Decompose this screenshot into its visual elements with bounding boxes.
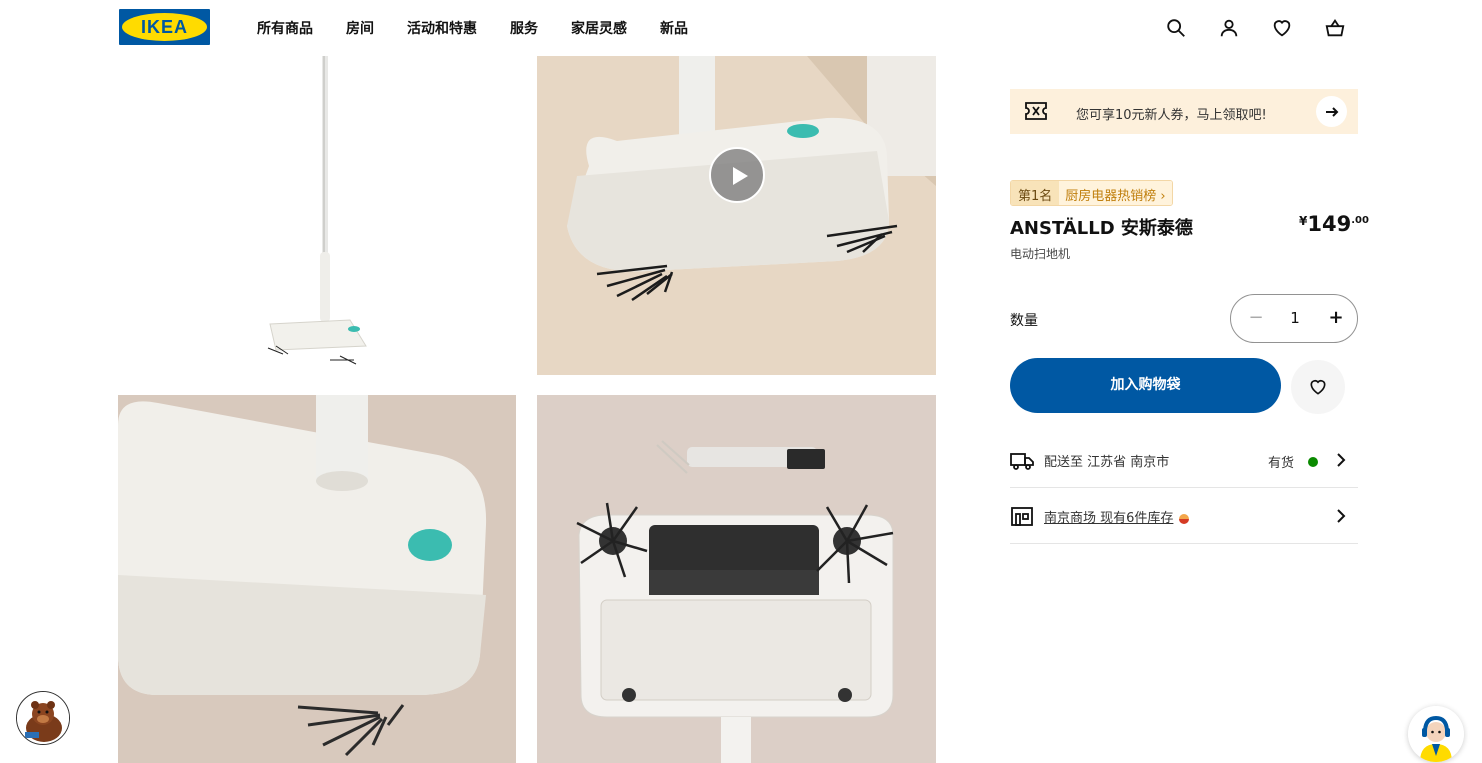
add-to-bag-button[interactable]: 加入购物袋 (1010, 358, 1281, 413)
logo-text: IKEA (140, 17, 188, 37)
nav-inspiration[interactable]: 家居灵感 (571, 18, 627, 38)
product-image-full[interactable] (118, 56, 516, 375)
low-stock-dot (1179, 513, 1190, 524)
new-user-coupon-banner[interactable]: 您可享10元新人券，马上领取吧! (1010, 89, 1358, 134)
nav-offers[interactable]: 活动和特惠 (407, 18, 477, 38)
quantity-value[interactable]: 1 (1283, 309, 1307, 327)
delivery-row[interactable]: 配送至 江苏省 南京市 有货 (1010, 432, 1358, 488)
user-icon[interactable] (1216, 16, 1242, 40)
in-stock-dot (1308, 456, 1318, 467)
price-currency: ¥ (1299, 214, 1308, 228)
store-stock-text: 南京商场 现有6件库存 (1044, 507, 1190, 526)
price-integer: 149 (1307, 212, 1352, 236)
ikea-logo[interactable]: IKEA (119, 9, 210, 45)
stock-status: 有货 (1268, 452, 1318, 471)
stock-status-text: 有货 (1267, 456, 1294, 471)
site-header: IKEA 所有商品 房间 活动和特惠 服务 家居灵感 新品 (0, 0, 1482, 56)
product-price: ¥ 149 .00 (1299, 212, 1369, 236)
header-icons (1163, 16, 1375, 40)
heart-icon (1310, 379, 1326, 395)
bestseller-rank-badge[interactable]: 第1名 厨房电器热销榜 › (1010, 180, 1173, 206)
chevron-right-icon (1337, 453, 1346, 467)
product-video-thumbnail[interactable] (537, 56, 936, 375)
nav-new[interactable]: 新品 (660, 18, 688, 38)
chevron-right-icon (1337, 509, 1346, 523)
rank-category: 厨房电器热销榜 › (1059, 181, 1172, 205)
product-image-underside[interactable] (537, 395, 936, 763)
rank-number: 第1名 (1011, 181, 1060, 205)
nav-rooms[interactable]: 房间 (346, 18, 374, 38)
quantity-minus-button[interactable]: − (1245, 307, 1267, 329)
store-icon (1011, 507, 1033, 526)
nav-services[interactable]: 服务 (510, 18, 538, 38)
main-nav: 所有商品 房间 活动和特惠 服务 家居灵感 新品 (257, 18, 721, 38)
quantity-stepper: − 1 + (1230, 294, 1358, 343)
price-decimal: .00 (1351, 215, 1369, 226)
store-stock-label: 南京商场 现有6件库存 (1044, 511, 1174, 526)
heart-icon[interactable] (1269, 16, 1295, 40)
store-stock-row[interactable]: 南京商场 现有6件库存 (1010, 488, 1358, 544)
basket-icon[interactable] (1322, 16, 1348, 40)
mascot-avatar-button[interactable] (16, 691, 70, 745)
arrow-right-icon[interactable] (1316, 96, 1347, 127)
favorite-button[interactable] (1291, 360, 1345, 414)
quantity-label: 数量 (1010, 313, 1038, 329)
product-description: 电动扫地机 (1010, 247, 1071, 261)
product-name: ANSTÄLLD 安斯泰德 (1010, 218, 1193, 239)
delivery-location: 配送至 江苏省 南京市 (1044, 455, 1170, 470)
play-video-button[interactable] (709, 147, 765, 203)
search-icon[interactable] (1163, 16, 1189, 40)
customer-service-button[interactable] (1408, 706, 1464, 762)
promo-text: 您可享10元新人券，马上领取吧! (1076, 108, 1267, 123)
quantity-plus-button[interactable]: + (1325, 307, 1347, 329)
truck-icon (1010, 453, 1034, 470)
nav-all-products[interactable]: 所有商品 (257, 18, 313, 38)
coupon-icon (1025, 102, 1047, 120)
product-image-closeup[interactable] (118, 395, 516, 763)
